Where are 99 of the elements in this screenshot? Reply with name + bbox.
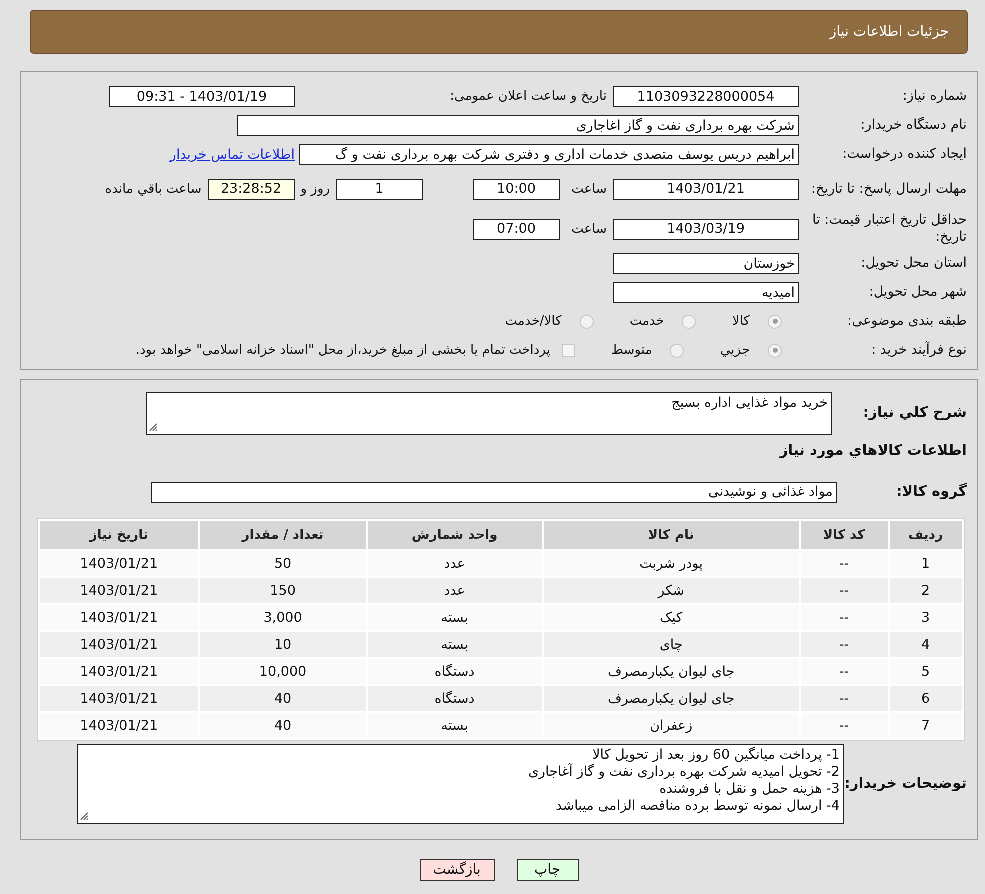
field-label: شهر محل تحویل: — [868, 284, 968, 301]
checkbox[interactable] — [562, 344, 576, 357]
deadline-time-field[interactable]: 10:00 — [473, 178, 560, 200]
time-label: ساعت — [570, 222, 607, 236]
buyer-org-field[interactable]: شرکت بهره برداری نفت و گاز اغاجاری — [237, 115, 799, 136]
need-number-field[interactable]: 1103093228000054 — [613, 86, 799, 107]
table-cell: 40 — [200, 686, 366, 711]
payment-note: پرداخت تمام یا بخشی از مبلغ خرید،از محل "اسناد خزانه اسلامی" خواهد بود. — [136, 343, 550, 358]
days-field[interactable]: 1 — [336, 178, 423, 200]
table-cell: جای لیوان یکبارمصرف — [544, 659, 799, 684]
field-label: نام دستگاه خریدار: — [860, 117, 968, 134]
requester-field[interactable]: ابراهیم دریس یوسف متصدی خدمات اداری و دفتری شرکت بهره برداری نفت و گ — [299, 144, 799, 165]
radio-label: كالا — [732, 314, 750, 329]
field-label: گروه كالا: — [895, 484, 967, 500]
table-cell: -- — [800, 659, 888, 684]
contact-link[interactable]: اطلاعات تماس خریدار — [170, 146, 295, 162]
table-cell: عدد — [368, 551, 542, 576]
province-field[interactable]: خوزستان — [613, 253, 799, 274]
deadline-date-field[interactable]: 1403/01/21 — [613, 178, 799, 200]
radio-button[interactable] — [682, 314, 696, 328]
radio-button[interactable] — [670, 344, 684, 358]
table-cell: -- — [800, 713, 888, 738]
time-label: ساعت — [570, 182, 607, 196]
field-label: توضیحات خریدار: — [844, 776, 967, 792]
table-cell: 1403/01/21 — [40, 551, 198, 576]
table-cell: کیک — [544, 605, 799, 630]
table-cell: 10,000 — [200, 659, 366, 684]
validity-date-field[interactable]: 1403/03/19 — [613, 218, 799, 240]
field-label: نوع فرآیند خرید : — [870, 342, 968, 359]
description-field[interactable]: خرید مواد غذایی اداره بسیج — [146, 392, 832, 434]
column-header: نام کالا — [544, 521, 799, 549]
page-title: جزئیات اطلاعات نیاز — [830, 24, 949, 40]
table-cell: چای — [544, 632, 799, 657]
field-label: استان محل تحویل: — [860, 255, 968, 272]
section-heading: اطلاعات كالاهاي مورد نیاز — [778, 443, 967, 459]
table-cell: بسته — [368, 632, 542, 657]
column-header: تاریخ نیاز — [40, 521, 198, 549]
table-cell: زعفران — [544, 713, 799, 738]
table-cell: بسته — [368, 605, 542, 630]
radio-button[interactable] — [768, 344, 782, 358]
table-cell: بسته — [368, 713, 542, 738]
table-cell: -- — [800, 578, 888, 603]
radio-label: متوسط — [611, 343, 652, 358]
radio-label: كالا/خدمت — [505, 314, 562, 329]
resize-grip-icon[interactable] — [149, 422, 158, 432]
radio-button[interactable] — [580, 314, 594, 328]
table-cell: -- — [800, 686, 888, 711]
table-cell: جای لیوان یکبارمصرف — [544, 686, 799, 711]
column-header: کد کالا — [800, 521, 888, 549]
table-cell: 1403/01/21 — [40, 686, 198, 711]
field-label: حداقل تاریخ اعتبار قیمت: تا تاریخ: — [812, 212, 968, 246]
table-cell: -- — [800, 632, 888, 657]
field-label: مهلت ارسال پاسخ: تا تاریخ: — [810, 180, 968, 198]
column-header: تعداد / مقدار — [200, 521, 366, 549]
radio-label: جزيي — [720, 343, 750, 358]
table-cell: 1403/01/21 — [40, 578, 198, 603]
table-cell: 3 — [890, 605, 962, 630]
field-label: شماره نیاز: — [902, 88, 968, 105]
table-cell: شکر — [544, 578, 799, 603]
table-cell: -- — [800, 551, 888, 576]
table-cell: 40 — [200, 713, 366, 738]
table-cell: دستگاه — [368, 659, 542, 684]
remaining-time-field[interactable]: 23:28:52 — [208, 178, 295, 200]
table-cell: پودر شربت — [544, 551, 799, 576]
table-cell: 10 — [200, 632, 366, 657]
radio-label: خدمت — [630, 314, 664, 329]
table-cell: 2 — [890, 578, 962, 603]
field-label: تاریخ و ساعت اعلان عمومی: — [449, 89, 607, 104]
table-cell: 4 — [890, 632, 962, 657]
field-label: طبقه بندی موضوعی: — [846, 313, 968, 330]
table-cell: 1403/01/21 — [40, 632, 198, 657]
table-cell: 3,000 — [200, 605, 366, 630]
table-cell: عدد — [368, 578, 542, 603]
table-cell: 1403/01/21 — [40, 713, 198, 738]
city-field[interactable]: امیدیه — [613, 282, 799, 303]
table-cell: 1 — [890, 551, 962, 576]
table-cell: 5 — [890, 659, 962, 684]
validity-time-field[interactable]: 07:00 — [473, 218, 560, 240]
table-cell: 7 — [890, 713, 962, 738]
table-cell: -- — [800, 605, 888, 630]
goods-group-field[interactable]: مواد غذائی و نوشیدنی — [151, 482, 837, 502]
table-cell: 50 — [200, 551, 366, 576]
print-button[interactable]: چاپ — [516, 859, 578, 881]
field-label: شرح كلي نیاز: — [862, 405, 967, 421]
resize-grip-icon[interactable] — [80, 812, 89, 821]
table-cell: دستگاه — [368, 686, 542, 711]
radio-button[interactable] — [768, 314, 782, 328]
table-cell: 1403/01/21 — [40, 659, 198, 684]
column-header: ردیف — [890, 521, 962, 549]
column-header: واحد شمارش — [368, 521, 542, 549]
table-cell: 1403/01/21 — [40, 605, 198, 630]
back-button[interactable]: بازگشت — [420, 859, 494, 881]
field-label: ایجاد کننده درخواست: — [842, 146, 968, 163]
table-cell: 6 — [890, 686, 962, 711]
notes-field[interactable]: 1- پرداخت میانگین 60 روز بعد از تحویل کالا 2- تحویل امیدیه شرکت بهره برداری نفت و گاز آغاجاری 3- هزینه حمل و نقل با فروشنده 4- ارسال نمونه توسط برده مناقصه الزامی میباشد — [77, 744, 844, 824]
table-cell: 150 — [200, 578, 366, 603]
days-label: روز و — [300, 182, 330, 196]
remaining-label: ساعت باقي مانده — [105, 182, 202, 196]
announce-date-field[interactable]: 1403/01/19 - 09:31 — [109, 86, 295, 107]
